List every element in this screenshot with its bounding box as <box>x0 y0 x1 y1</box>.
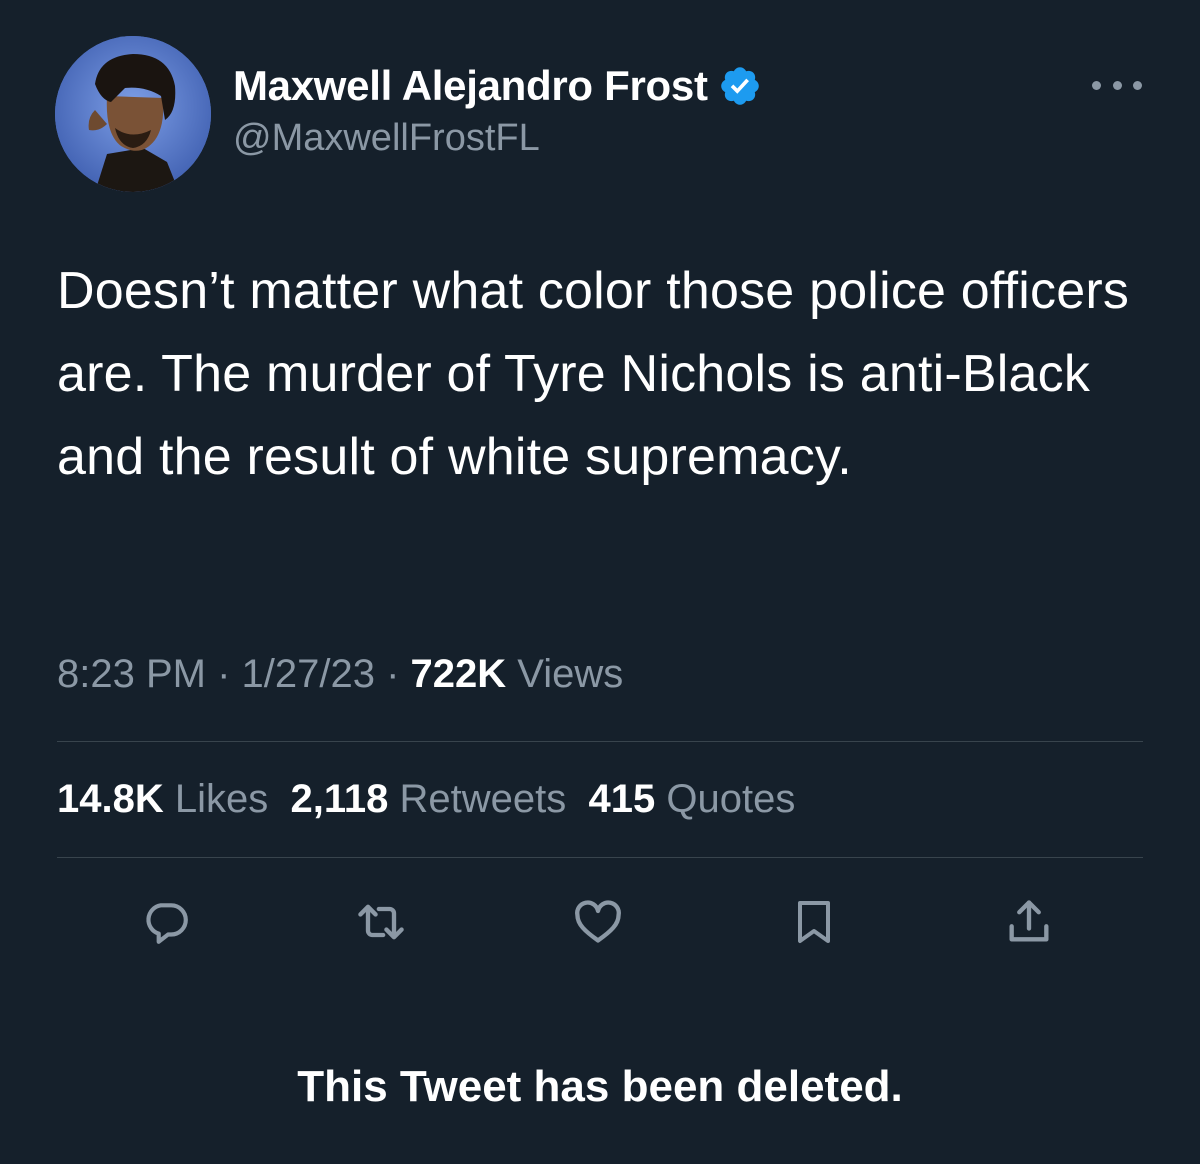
divider <box>57 741 1143 742</box>
reply-button[interactable] <box>140 896 192 948</box>
more-options-icon[interactable] <box>1092 70 1142 100</box>
heart-icon <box>575 900 621 943</box>
reply-icon <box>146 903 188 944</box>
deleted-notice: This Tweet has been deleted. <box>297 1062 903 1111</box>
likes-stat[interactable]: 14.8K Likes <box>57 777 268 821</box>
author-handle[interactable]: @MaxwellFrostFL <box>233 117 540 160</box>
divider <box>57 857 1143 858</box>
avatar[interactable] <box>55 36 211 192</box>
views-count: 722K <box>410 652 507 696</box>
author-display-name[interactable]: Maxwell Alejandro Frost <box>233 62 708 110</box>
more-dot <box>1133 80 1142 90</box>
views-label: Views <box>517 652 624 696</box>
quotes-count: 415 <box>588 777 656 821</box>
tweet-meta: 8:23 PM · 1/27/23 · 722K Views <box>57 652 623 697</box>
engagement-stats: 14.8K Likes 2,118 Retweets 415 Quotes <box>57 777 795 822</box>
likes-label: Likes <box>174 777 269 821</box>
bookmark-icon <box>798 901 830 943</box>
meta-separator: · <box>374 652 411 696</box>
verified-badge-icon <box>718 64 762 108</box>
likes-count: 14.8K <box>57 777 164 821</box>
share-icon <box>1009 900 1049 942</box>
retweets-label: Retweets <box>399 777 567 821</box>
action-bar <box>0 896 1200 948</box>
quotes-label: Quotes <box>666 777 796 821</box>
more-dot <box>1112 80 1122 90</box>
avatar-image <box>55 36 211 192</box>
bookmark-button[interactable] <box>788 896 840 948</box>
quotes-stat[interactable]: 415 Quotes <box>589 777 796 821</box>
retweet-button[interactable] <box>355 896 407 948</box>
retweet-icon <box>358 904 404 940</box>
tweet-text: Doesn’t matter what color those police o… <box>57 262 1130 486</box>
meta-separator: · <box>205 652 242 696</box>
like-button[interactable] <box>572 896 624 948</box>
more-dot <box>1092 80 1101 90</box>
author-name-row: Maxwell Alejandro Frost <box>233 58 762 114</box>
tweet-time[interactable]: 8:23 PM <box>57 652 206 696</box>
retweets-stat[interactable]: 2,118 Retweets <box>291 777 567 821</box>
tweet-date[interactable]: 1/27/23 <box>242 652 375 696</box>
retweets-count: 2,118 <box>290 777 389 821</box>
share-button[interactable] <box>1003 896 1055 948</box>
